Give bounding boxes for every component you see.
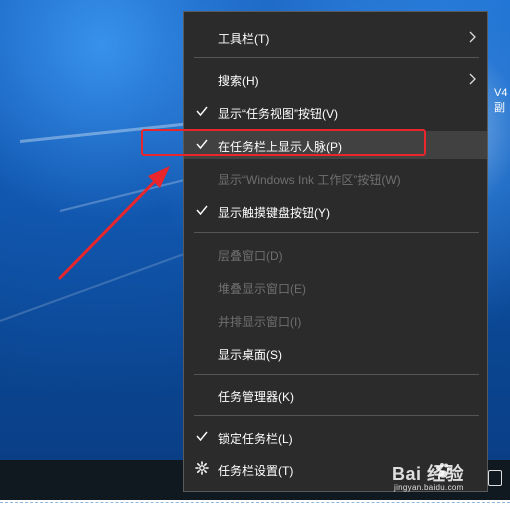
menu-item-show-touch-keyboard[interactable]: 显示触摸键盘按钮(Y) — [184, 197, 487, 225]
menu-item-search[interactable]: 搜索(H) — [184, 65, 487, 93]
menu-item-label: 任务栏设置(T) — [218, 464, 294, 478]
menu-item-label: 显示桌面(S) — [218, 348, 282, 362]
menu-item-label: 锁定任务栏(L) — [218, 432, 293, 446]
menu-item-label: 显示触摸键盘按钮(Y) — [218, 206, 330, 220]
menu-separator — [194, 57, 479, 58]
menu-item-lock-taskbar[interactable]: 锁定任务栏(L) — [184, 423, 487, 451]
menu-item-show-windows-ink: 显示“Windows Ink 工作区”按钮(W) — [184, 164, 487, 192]
menu-item-cascade-windows: 层叠窗口(D) — [184, 240, 487, 268]
menu-separator — [194, 374, 479, 375]
menu-item-show-task-view[interactable]: 显示“任务视图”按钮(V) — [184, 98, 487, 126]
annotation-arrow-icon — [58, 166, 170, 280]
menu-item-label: 工具栏(T) — [218, 32, 270, 46]
screenshot-border — [0, 500, 510, 516]
menu-item-task-manager[interactable]: 任务管理器(K) — [184, 381, 487, 409]
gear-icon — [195, 461, 209, 475]
menu-item-toolbars[interactable]: 工具栏(T) — [184, 23, 487, 51]
chevron-right-icon — [469, 31, 476, 43]
annotation-highlight-box — [141, 129, 426, 156]
chevron-right-icon — [469, 73, 476, 85]
menu-separator — [194, 232, 479, 233]
menu-item-stack-windows: 堆叠显示窗口(E) — [184, 273, 487, 301]
menu-item-label: 搜索(H) — [218, 74, 259, 88]
menu-item-label: 并排显示窗口(I) — [218, 315, 302, 329]
desktop-icon-label[interactable]: V4 副 — [494, 86, 507, 116]
menu-item-label: 显示“任务视图”按钮(V) — [218, 107, 338, 121]
menu-item-show-desktop[interactable]: 显示桌面(S) — [184, 339, 487, 367]
taskbar-context-menu: 工具栏(T) 搜索(H) 显示“任务视图”按钮(V) 在任务栏上显示人脉(P) … — [183, 11, 488, 492]
baidu-watermark: Bai 经验 jingyan.baidu.com — [392, 458, 492, 498]
paw-logo-icon — [436, 463, 451, 478]
menu-item-label: 任务管理器(K) — [218, 390, 294, 404]
menu-item-label: 层叠窗口(D) — [218, 249, 283, 263]
dashed-line — [0, 502, 510, 503]
checkmark-icon — [196, 106, 208, 117]
watermark-url: jingyan.baidu.com — [394, 483, 464, 492]
menu-item-label: 显示“Windows Ink 工作区”按钮(W) — [218, 173, 401, 187]
menu-item-side-by-side-windows: 并排显示窗口(I) — [184, 306, 487, 334]
menu-item-label: 堆叠显示窗口(E) — [218, 282, 306, 296]
checkmark-icon — [196, 431, 208, 442]
menu-separator — [194, 415, 479, 416]
checkmark-icon — [196, 205, 208, 216]
